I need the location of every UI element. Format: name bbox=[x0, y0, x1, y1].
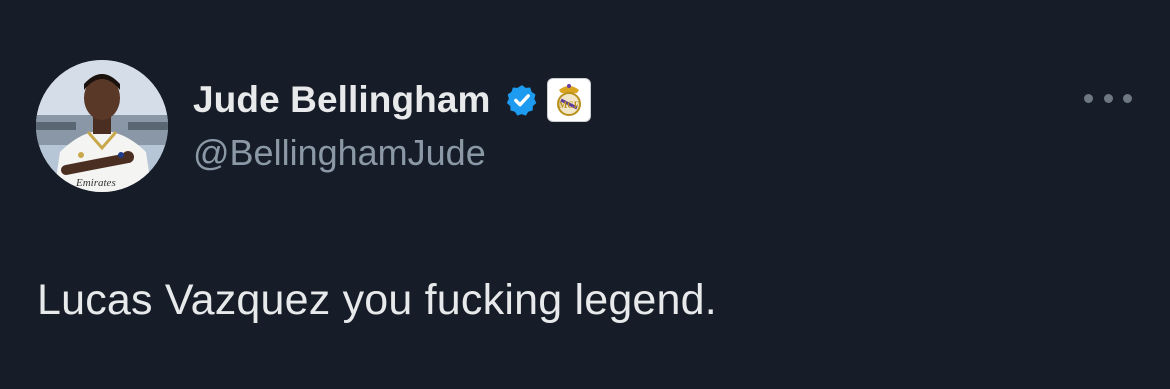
avatar[interactable]: Emirates bbox=[36, 60, 168, 192]
dot-icon bbox=[1103, 93, 1113, 103]
tweet-text: Lucas Vazquez you fucking legend. bbox=[37, 276, 717, 324]
author-handle[interactable]: @BellinghamJude bbox=[193, 132, 486, 174]
verified-badge-icon[interactable] bbox=[505, 83, 539, 117]
display-name[interactable]: Jude Bellingham bbox=[193, 79, 491, 121]
dot-icon bbox=[1084, 93, 1093, 103]
real-madrid-crest-icon: MCF bbox=[556, 84, 581, 116]
author-name-row: Jude Bellingham MCF bbox=[193, 74, 591, 126]
more-options-icon[interactable] bbox=[1084, 84, 1132, 112]
tweet-card: Emirates Jude Bellingham MCF @Bellingham… bbox=[0, 0, 1170, 389]
avatar-photo: Emirates bbox=[36, 60, 168, 192]
svg-text:MCF: MCF bbox=[558, 100, 579, 110]
affiliate-badge[interactable]: MCF bbox=[546, 78, 591, 122]
dot-icon bbox=[1123, 93, 1132, 103]
jersey-sponsor-text: Emirates bbox=[75, 177, 116, 189]
